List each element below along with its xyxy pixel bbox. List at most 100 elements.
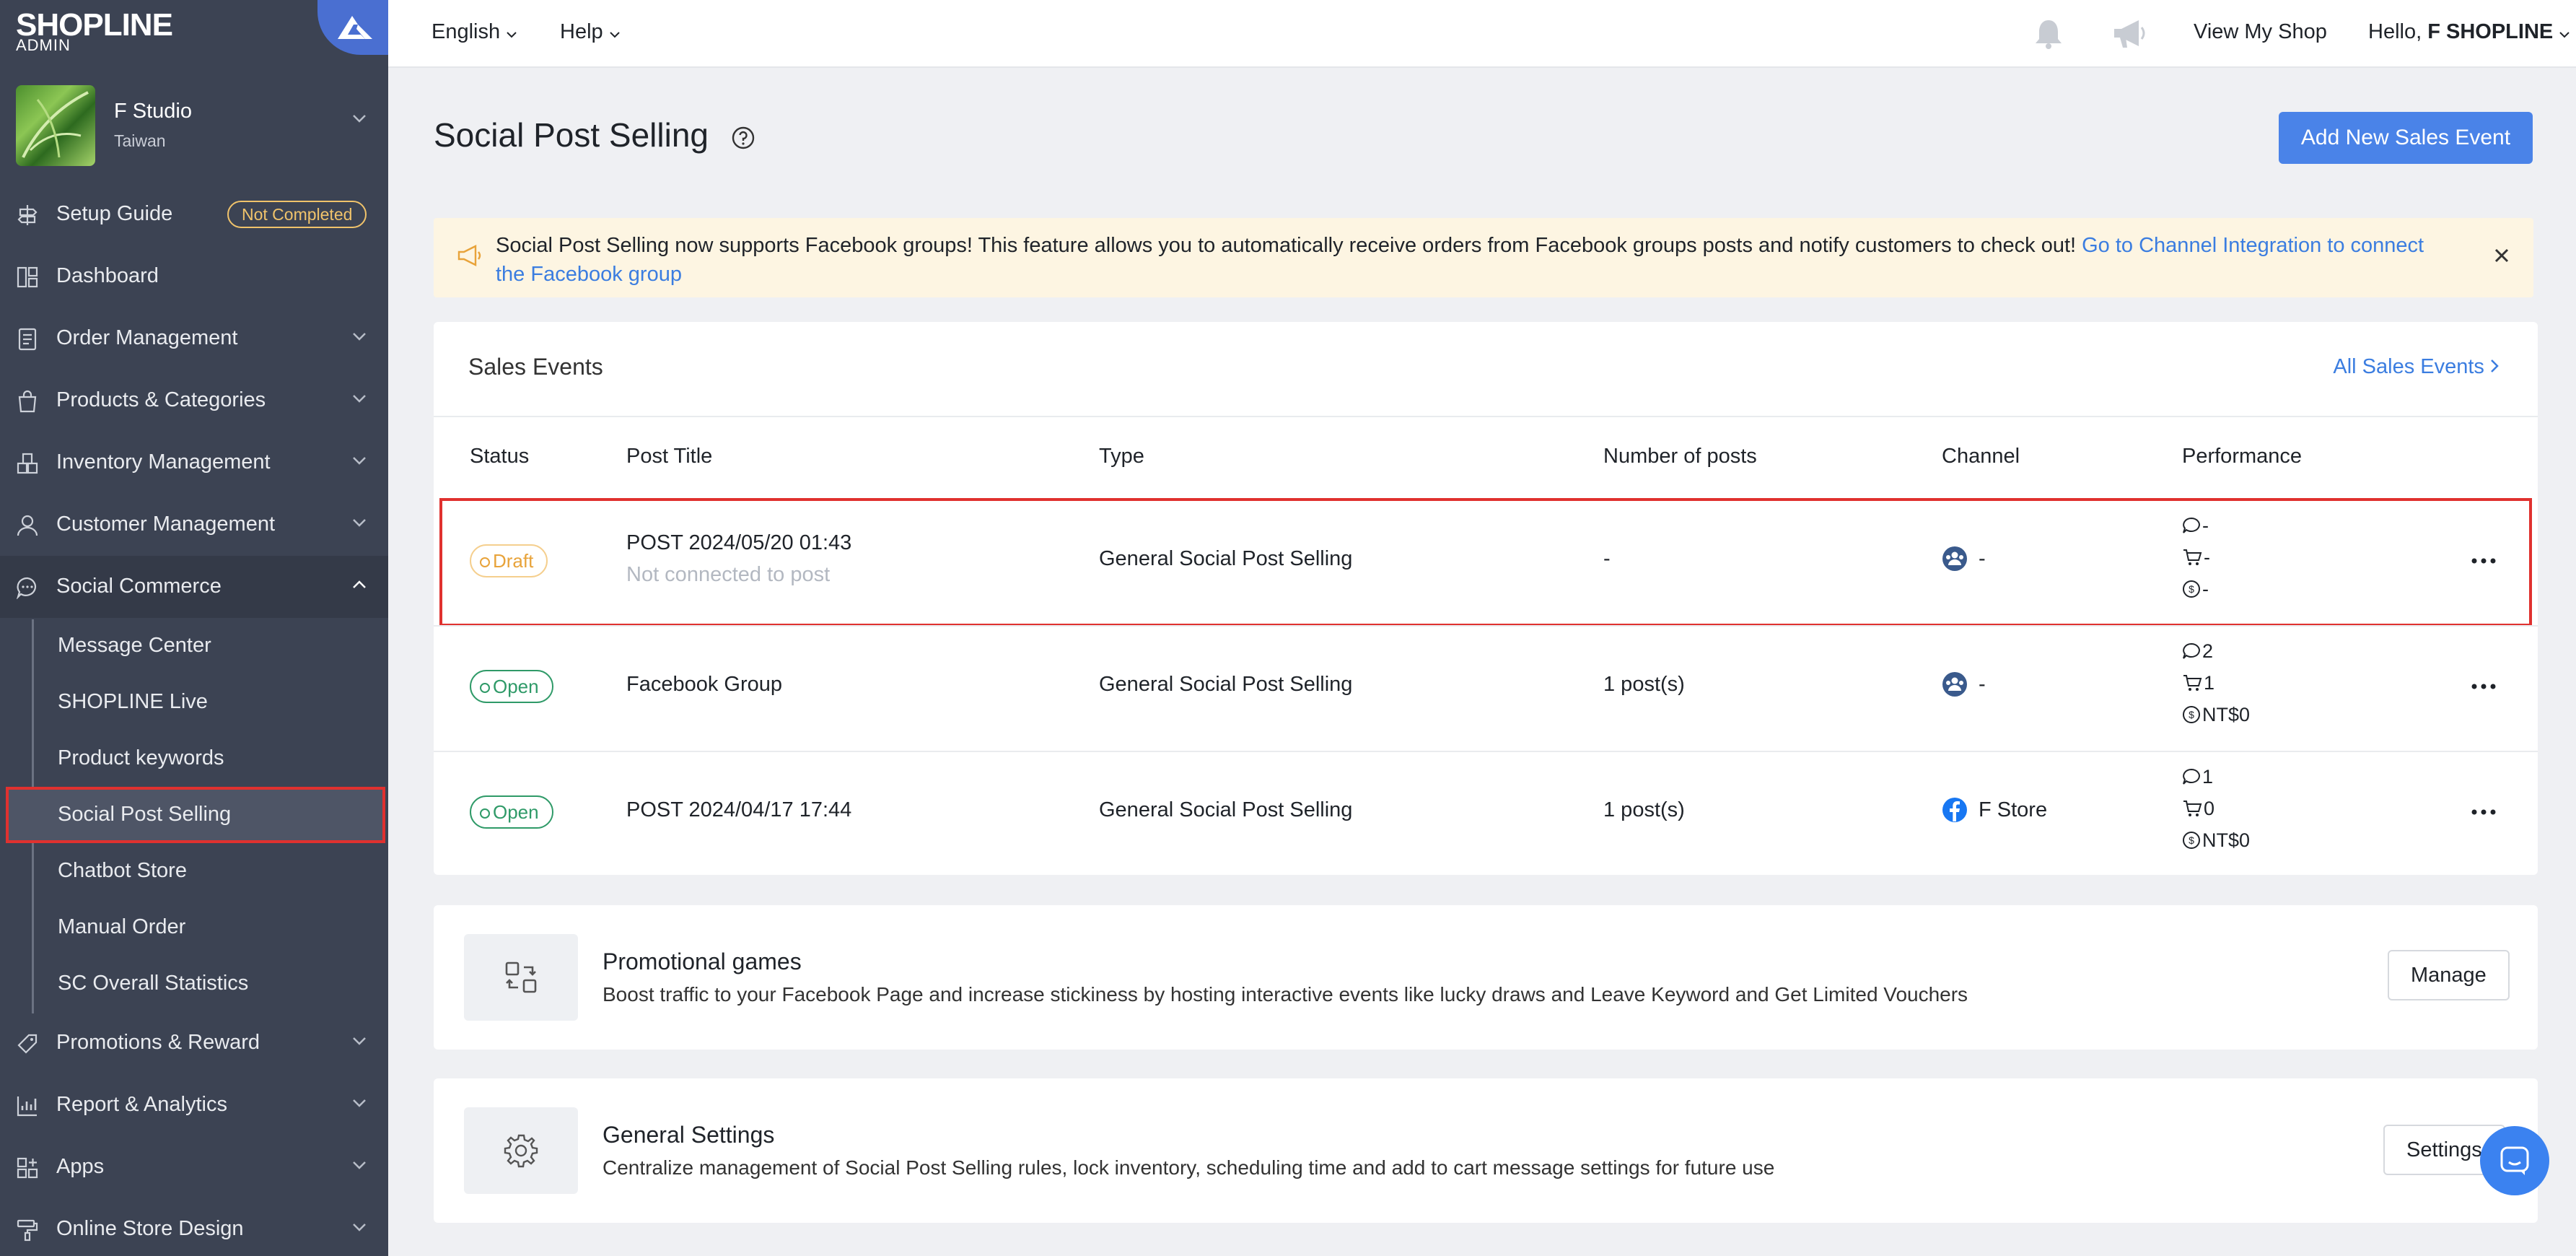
sidebar-item-label: SC Overall Statistics [58,972,249,995]
channel-name: - [1979,547,1986,570]
chevron-down-icon [353,519,366,527]
question-circle-icon[interactable] [731,126,755,150]
help-label: Help [560,20,603,43]
sidebar-item-products[interactable]: Products & Categories [0,370,388,432]
language-selector[interactable]: English [431,20,517,44]
more-options-icon[interactable] [2471,683,2497,690]
more-options-icon[interactable] [2471,808,2497,816]
shop-switcher[interactable]: F Studio Taiwan [0,78,388,172]
sidebar-subitem-sc-statistics[interactable]: SC Overall Statistics [0,956,388,1012]
sidebar-item-order-management[interactable]: Order Management [0,308,388,370]
sidebar-subitem-product-keywords[interactable]: Product keywords [0,731,388,787]
megaphone-icon[interactable] [2111,17,2149,51]
sidebar-item-label: Message Center [58,634,211,657]
sidebar-subitem-shopline-live[interactable]: SHOPLINE Live [0,674,388,731]
carts-stat: 1 [2182,667,2250,699]
sidebar-item-label: SHOPLINE Live [58,690,208,713]
event-type: General Social Post Selling [1099,673,1353,696]
performance-stats: 1 0 $ NT$0 [2182,761,2250,856]
sidebar-subitem-message-center[interactable]: Message Center [0,618,388,674]
close-icon[interactable] [2492,245,2512,266]
page-title: Social Post Selling [434,116,709,154]
user-name: F SHOPLINE [2427,20,2554,43]
promo-icon-tile [464,934,578,1021]
comments-stat: 1 [2182,761,2250,793]
user-icon [17,515,38,536]
comments-count: - [2202,514,2209,536]
add-sales-event-button[interactable]: Add New Sales Event [2279,112,2533,164]
shop-location: Taiwan [114,131,166,150]
sidebar-item-label: Products & Categories [56,388,266,411]
sidebar-subitem-social-post-selling[interactable]: Social Post Selling [6,787,385,843]
all-sales-events-link[interactable]: All Sales Events [2333,355,2499,379]
comments-count: 2 [2202,640,2214,662]
gear-icon [504,1134,538,1168]
logo-area: SHOPLINE ADMIN [0,0,388,68]
post-title[interactable]: Facebook Group [626,673,782,697]
sidebar-item-label: Product keywords [58,746,224,769]
carts-count: - [2204,546,2210,568]
general-settings-description: Centralize management of Social Post Sel… [603,1156,1775,1179]
post-title[interactable]: POST 2024/04/17 17:44 [626,798,851,822]
chevron-down-icon [507,32,517,38]
topbar: English Help View My Shop Hello, F SHOPL… [388,0,2576,68]
sidebar-item-dashboard[interactable]: Dashboard [0,245,388,308]
sidebar-item-social-commerce[interactable]: Social Commerce [0,556,388,618]
sidebar-item-promotions[interactable]: Promotions & Reward [0,1012,388,1074]
revenue-stat: $ NT$0 [2182,824,2250,856]
chevron-down-icon [353,1099,366,1107]
chevron-down-icon [353,1161,366,1169]
column-header-performance: Performance [2182,445,2303,468]
order-icon [18,328,37,351]
sidebar-item-apps[interactable]: Apps [0,1136,388,1198]
comment-icon [2183,768,2200,785]
banner-message: Social Post Selling now supports Faceboo… [496,231,2444,289]
brand-mountain-icon [338,16,372,39]
brand-badge[interactable] [317,0,388,55]
swap-icon [505,961,537,993]
carts-stat: - [2182,541,2210,573]
sidebar-item-label: Dashboard [56,264,159,287]
sidebar-subitem-chatbot-store[interactable]: Chatbot Store [0,843,388,899]
greeting-label: Hello, [2368,20,2422,43]
sidebar-item-inventory[interactable]: Inventory Management [0,432,388,494]
table-row[interactable]: Open POST 2024/04/17 17:44 General Socia… [434,751,2538,876]
table-row[interactable]: Open Facebook Group General Social Post … [434,625,2538,751]
sidebar-item-label: Manual Order [58,915,186,938]
sidebar-item-label: Social Post Selling [58,803,232,826]
sidebar-item-label: Online Store Design [56,1217,244,1240]
revenue-stat: $ - [2182,573,2210,605]
chevron-down-icon [2559,32,2570,38]
column-header-post-title: Post Title [626,445,713,468]
post-title[interactable]: POST 2024/05/20 01:43 [626,531,851,555]
sidebar-item-store-design[interactable]: Online Store Design [0,1198,388,1256]
user-menu[interactable]: Hello, F SHOPLINE [2368,20,2570,44]
manage-button[interactable]: Manage [2388,950,2510,1000]
sidebar-item-label: Order Management [56,326,238,349]
revenue-value: NT$0 [2202,703,2251,725]
chevron-down-icon [353,333,366,341]
channel-name: - [1979,673,1986,696]
sidebar-subitem-manual-order[interactable]: Manual Order [0,899,388,956]
signpost-icon [17,205,38,225]
facebook-icon [1942,798,1967,822]
chevron-down-icon [610,32,620,38]
more-options-icon[interactable] [2471,557,2497,564]
promotional-games-card: Promotional games Boost traffic to your … [434,905,2538,1050]
chevron-down-icon [353,395,366,403]
bell-icon[interactable] [2032,17,2065,51]
svg-text:$: $ [2189,834,2194,846]
chat-support-button[interactable] [2480,1126,2549,1195]
chat-icon [2500,1146,2529,1175]
revenue-stat: $ NT$0 [2182,699,2250,731]
sidebar: SHOPLINE ADMIN F Studio Taiwan Setup Gui… [0,0,388,1256]
help-menu[interactable]: Help [560,20,621,44]
table-row[interactable]: Draft POST 2024/05/20 01:43 Not connecte… [439,498,2532,627]
chart-icon [17,1096,37,1117]
sidebar-item-reports[interactable]: Report & Analytics [0,1074,388,1136]
sidebar-item-customers[interactable]: Customer Management [0,494,388,556]
sidebar-item-setup-guide[interactable]: Setup Guide Not Completed [0,183,388,245]
logo-subtitle: ADMIN [16,36,71,54]
chevron-down-icon [353,1037,366,1045]
view-my-shop-link[interactable]: View My Shop [2194,20,2327,44]
